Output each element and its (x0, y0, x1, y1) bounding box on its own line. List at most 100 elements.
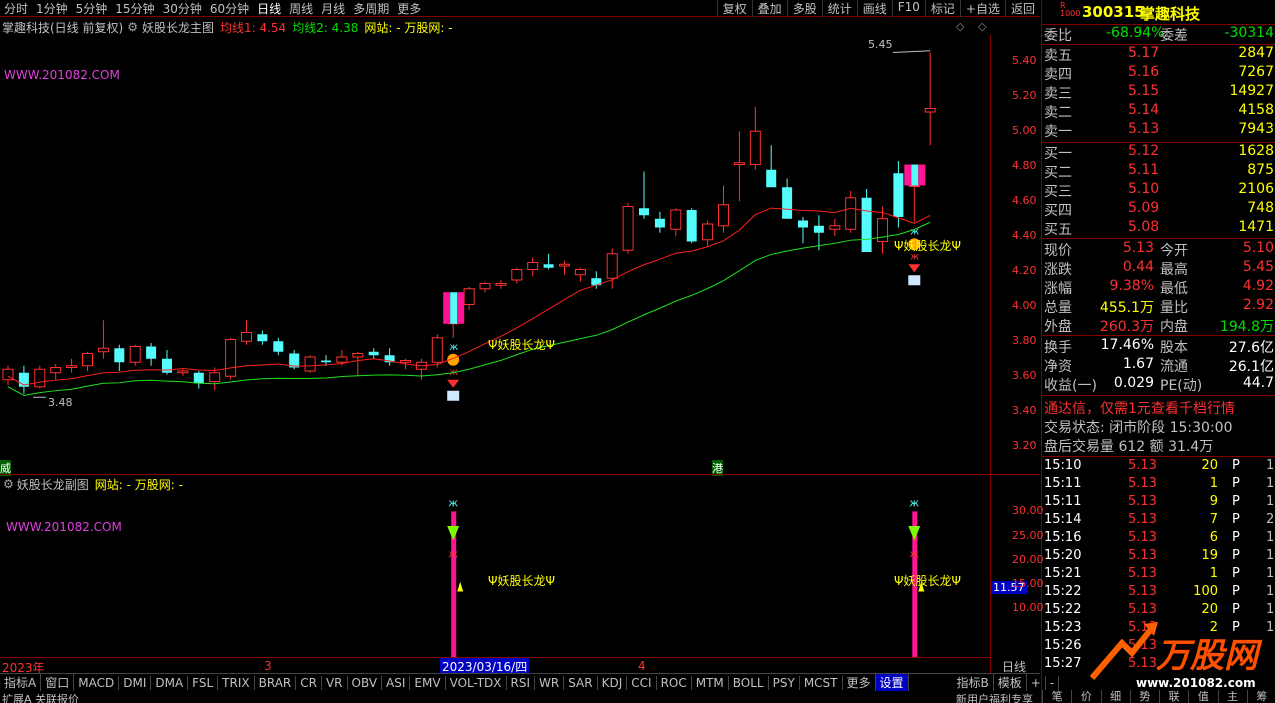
toolbar-button-6[interactable]: 标记 (924, 0, 960, 17)
indicator-tab-21[interactable]: BOLL (729, 675, 769, 690)
period-tab-8[interactable]: 月线 (317, 0, 349, 17)
period-tab-2[interactable]: 5分钟 (72, 0, 112, 17)
quote-tab-6[interactable]: 主 (1217, 690, 1247, 703)
price-tick-8: 3.80 (1012, 334, 1037, 348)
candle-3 (50, 364, 62, 380)
period-tab-5[interactable]: 60分钟 (206, 0, 253, 17)
indicator-tab-26[interactable]: 指标B (953, 674, 994, 691)
quote-title: R 1000 300315 掌趣科技 (1042, 1, 1275, 24)
indicator-tab-10[interactable]: OBV (348, 675, 383, 690)
svg-text:ж: ж (909, 497, 919, 510)
quote-tab-1[interactable]: 价 (1071, 690, 1100, 703)
indicator-tab-11[interactable]: ASI (382, 675, 411, 690)
sub-indicator-name[interactable]: 妖股长龙副图 (17, 476, 89, 493)
toolbar-button-7[interactable]: +自选 (959, 0, 1005, 17)
indicator-tab-23[interactable]: MCST (800, 675, 843, 690)
box-icon-0 (447, 390, 460, 401)
stat2-row-0: 换手 17.46% 股本 27.6亿 (1044, 337, 1274, 356)
indicator-tab-20[interactable]: MTM (692, 675, 729, 690)
stat-row-2: 涨幅 9.38% 最低 4.92 (1044, 278, 1274, 297)
sub-gear-icon[interactable]: ⚙ (3, 477, 14, 491)
indicator-tab-6[interactable]: TRIX (218, 675, 255, 690)
candle-47 (749, 106, 761, 170)
quote-tab-4[interactable]: 联 (1159, 690, 1188, 703)
candle-40 (639, 171, 649, 219)
indicator-tab-1[interactable]: 窗口 (41, 674, 75, 691)
indicator-tab-3[interactable]: DMI (119, 675, 152, 690)
site-label: 网站: - 万股网: - (364, 20, 453, 35)
indicator-name[interactable]: 妖股长龙主图 (142, 19, 214, 36)
stock-name: 掌趣科技 (1140, 5, 1201, 23)
butterfly-icon-0: ж (449, 342, 458, 353)
close-icon[interactable]: ◇ (978, 20, 986, 33)
date-march: 3 (264, 659, 272, 673)
period-tab-10[interactable]: 更多 (393, 0, 425, 17)
toolbar-button-4[interactable]: 画线 (856, 0, 892, 17)
ask-volume: 4158 (1238, 102, 1274, 118)
price-tick-11: 3.20 (1012, 439, 1037, 453)
period-tab-0[interactable]: 分时 (0, 0, 32, 17)
indicator-tab-2[interactable]: MACD (74, 675, 120, 690)
indicator-tab-9[interactable]: VR (322, 675, 348, 690)
indicator-tab-17[interactable]: KDJ (598, 675, 628, 690)
indicator-tab-16[interactable]: SAR (564, 675, 598, 690)
toolbar-button-2[interactable]: 多股 (786, 0, 822, 17)
toolbar-button-5[interactable]: F10 (891, 0, 925, 17)
indicator-tab-7[interactable]: BRAR (255, 675, 297, 690)
candle-31 (495, 280, 507, 289)
period-tab-3[interactable]: 15分钟 (111, 0, 158, 17)
quote-tab-7[interactable]: 筹 (1246, 690, 1275, 703)
period-tab-4[interactable]: 30分钟 (159, 0, 206, 17)
sub-tick-1: 25.00 (1012, 528, 1044, 542)
indicator-tab-15[interactable]: WR (535, 675, 565, 690)
quote-tab-2[interactable]: 细 (1100, 690, 1130, 703)
indicator-tab-18[interactable]: CCI (627, 675, 657, 690)
period-tab-9[interactable]: 多周期 (349, 0, 393, 17)
candle-35 (559, 260, 570, 275)
toolbar-button-0[interactable]: 复权 (716, 0, 752, 17)
candle-58 (924, 52, 936, 146)
price-tick-9: 3.60 (1012, 369, 1037, 383)
indicator-tab-24[interactable]: 更多 (843, 674, 876, 691)
bid-label: 买五 (1044, 222, 1072, 238)
price-tick-0: 5.40 (1012, 54, 1037, 68)
period-tab-7[interactable]: 周线 (285, 0, 317, 17)
footer-left[interactable]: 扩展A 关联报价 (2, 691, 79, 703)
indicator-tab-12[interactable]: EMV (410, 675, 446, 690)
indicator-tab-4[interactable]: DMA (151, 675, 189, 690)
footer-right[interactable]: 新用户福利专享 (956, 691, 1033, 703)
price-tick-10: 3.40 (1012, 404, 1037, 418)
indicator-tab-5[interactable]: FSL (188, 675, 219, 690)
indicator-tab-22[interactable]: PSY (769, 675, 800, 690)
toolbar-button-8[interactable]: 返回 (1004, 0, 1040, 17)
indicator-tab-25[interactable]: 设置 (875, 674, 909, 691)
period-tab-1[interactable]: 1分钟 (32, 0, 72, 17)
indicator-tab-0[interactable]: 指标A (0, 674, 42, 691)
candle-11 (177, 369, 189, 377)
price-tick-6: 4.20 (1012, 264, 1037, 278)
indicator-tab-27[interactable]: 模板 (994, 674, 1027, 691)
indicator-tab-8[interactable]: CR (296, 675, 322, 690)
candle-22 (352, 351, 364, 377)
quote-tab-5[interactable]: 值 (1188, 690, 1217, 703)
sub-site-label: 网站: - 万股网: - (94, 477, 183, 492)
stock-code: 300315 (1082, 3, 1145, 21)
ask-volume: 14927 (1229, 83, 1274, 99)
indicator-tab-14[interactable]: RSI (507, 675, 536, 690)
gear-icon[interactable]: ⚙ (127, 20, 138, 34)
indicator-tab-19[interactable]: ROC (657, 675, 692, 690)
logo-url: www.201082.com (1136, 676, 1256, 690)
candle-27 (431, 334, 443, 368)
toolbar-button-1[interactable]: 叠加 (751, 0, 787, 17)
indicator-tab-13[interactable]: VOL-TDX (446, 675, 507, 690)
ask-label: 卖五 (1044, 48, 1072, 64)
promo-row[interactable]: 通达信，仅需1元查看千档行情 (1042, 398, 1275, 417)
candlestick-chart[interactable]: жж жж (0, 35, 990, 455)
bid-volume: 1471 (1238, 219, 1274, 235)
diamond-icon[interactable]: ◇ (956, 20, 964, 33)
quote-tab-3[interactable]: 势 (1129, 690, 1159, 703)
quote-tab-0[interactable]: 笔 (1042, 690, 1071, 703)
candle-5 (82, 351, 93, 371)
period-tab-6[interactable]: 日线 (253, 0, 285, 17)
toolbar-button-3[interactable]: 统计 (821, 0, 857, 17)
